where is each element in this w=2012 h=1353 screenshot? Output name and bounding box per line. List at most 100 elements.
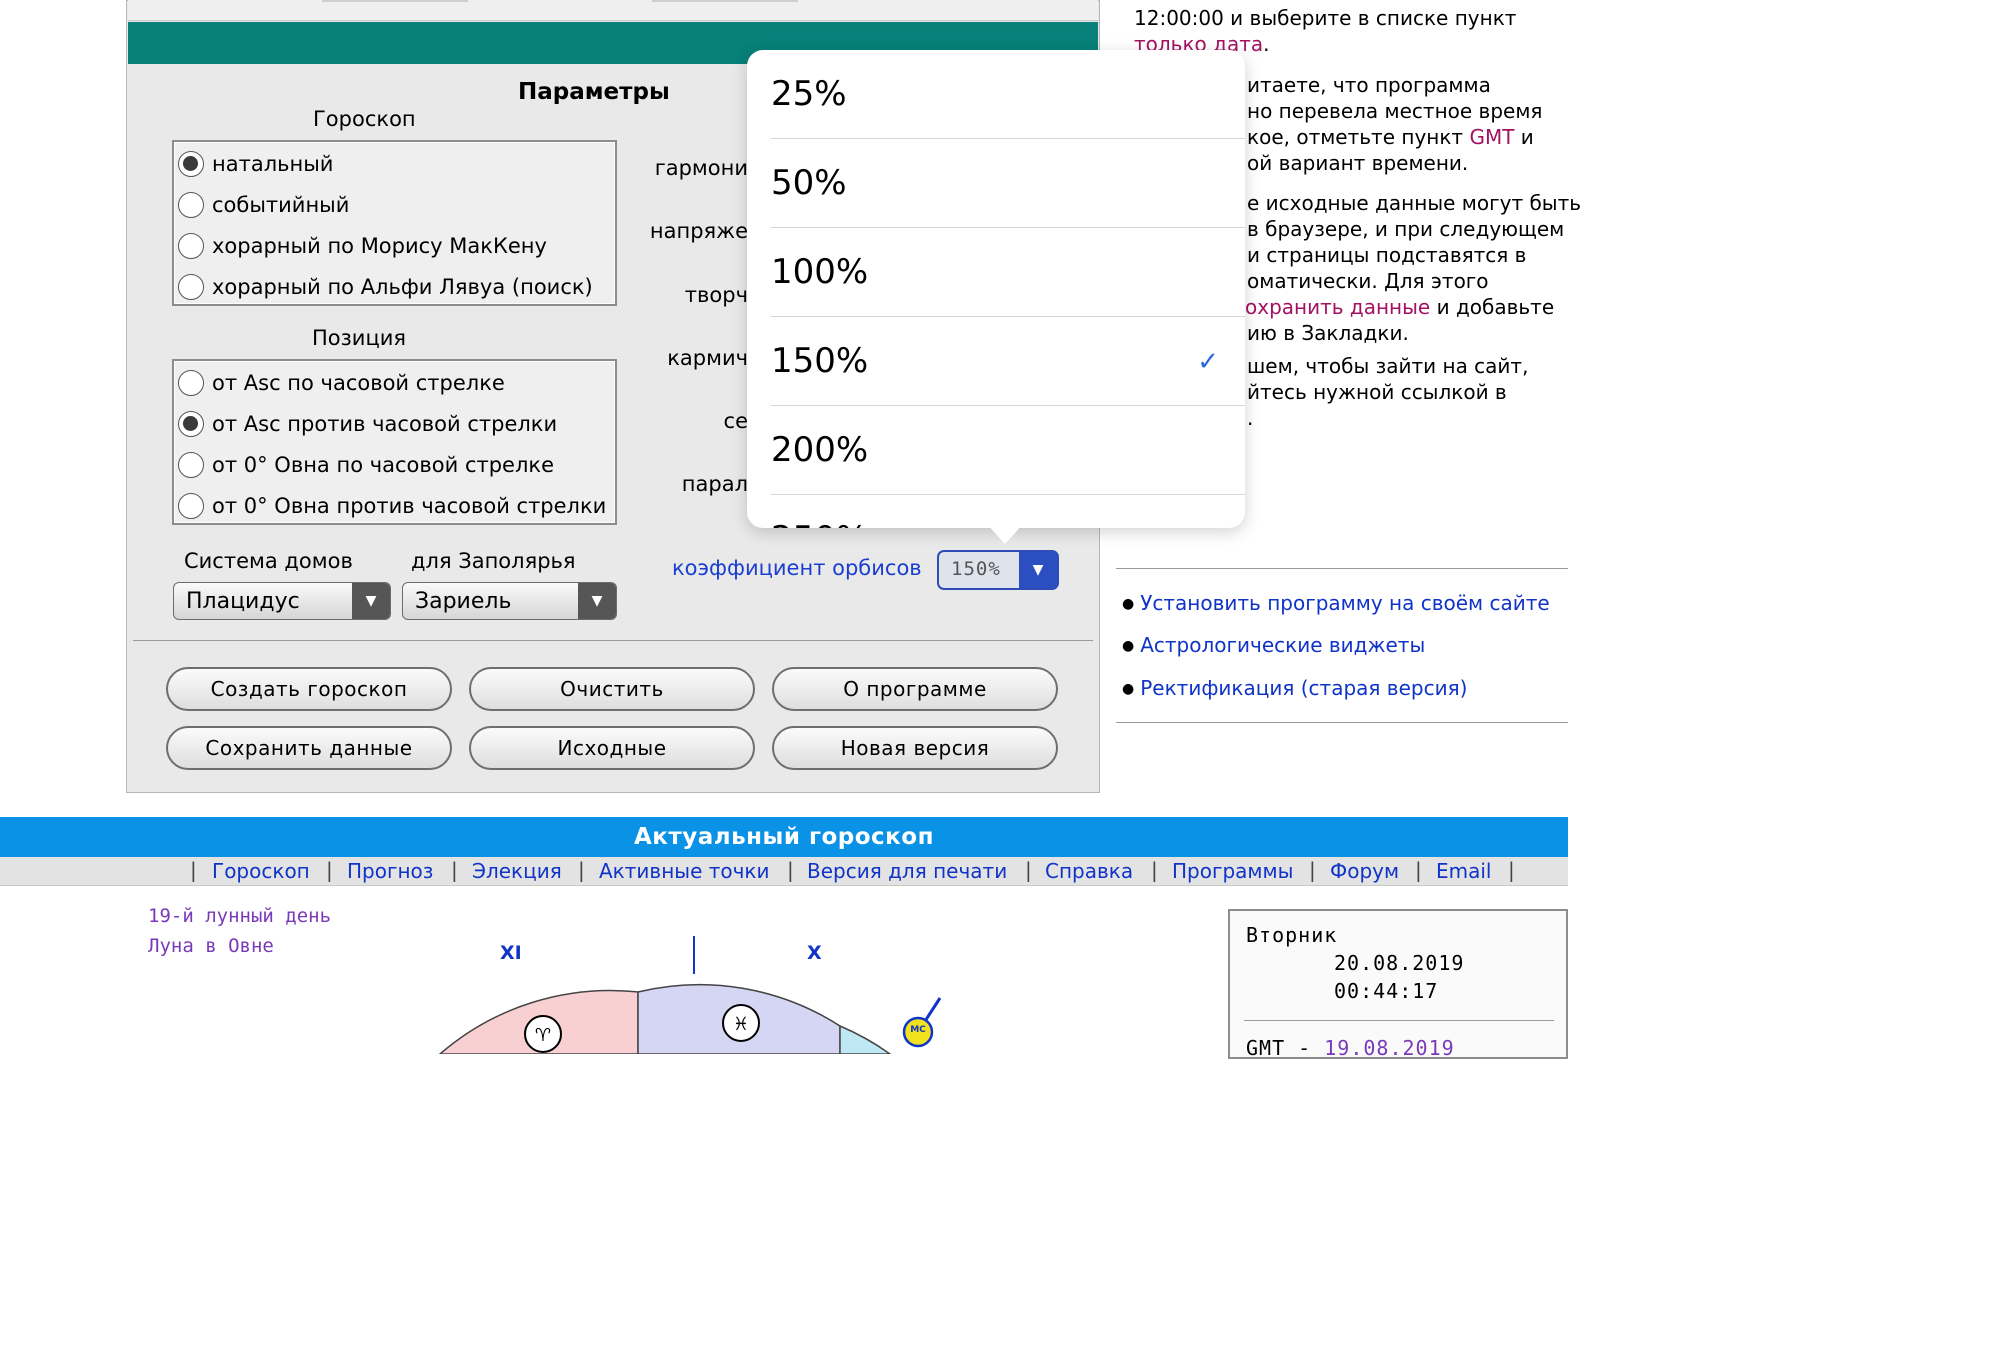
polar-select[interactable]: Зариель ▼ (402, 582, 617, 620)
bullet: ● (1122, 681, 1135, 697)
save-data-link[interactable]: охранить данные (1245, 295, 1430, 319)
aspect-label: напряже (649, 219, 748, 243)
panel-top-strip (128, 0, 1098, 21)
bullet: ● (1122, 638, 1135, 654)
radio-label: от 0° Овна против часовой стрелки (212, 494, 607, 518)
nav-forecast[interactable]: Прогноз (347, 859, 433, 883)
house-system-select[interactable]: Плацидус ▼ (173, 582, 391, 620)
radio-button[interactable] (178, 370, 204, 396)
nav-programs[interactable]: Программы (1172, 859, 1293, 883)
about-button[interactable]: О программе (772, 667, 1058, 711)
text-fragment: кое, отметьте пункт (1247, 125, 1470, 149)
rectification-link[interactable]: Ректификация (старая версия) (1140, 676, 1467, 700)
dropdown-option-selected[interactable]: 150% ✓ (771, 317, 1245, 406)
dropdown-option[interactable]: 100% (771, 228, 1245, 317)
nav-email[interactable]: Email (1436, 859, 1492, 883)
gmt-line: GMT - 19.08.2019 (1246, 1036, 1455, 1060)
pisces-glyph: ♓ (733, 1014, 749, 1035)
nav-separator: | (1508, 858, 1515, 882)
clear-button[interactable]: Очистить (469, 667, 755, 711)
radio-button[interactable] (178, 493, 204, 519)
dropdown-option[interactable]: 25% (771, 50, 1245, 139)
nav-election[interactable]: Элекция (472, 859, 562, 883)
position-fieldset: от Asc по часовой стрелке от Asc против … (172, 359, 617, 525)
gmt-date: 19.08.2019 (1324, 1036, 1455, 1060)
help-text-line: ой вариант времени. (1247, 151, 1469, 175)
clipped-text-line (1133, 0, 1568, 1)
dropdown-option[interactable]: 200% (771, 406, 1245, 495)
help-text-line: итаете, что программа (1247, 73, 1491, 97)
option-label: 50% (771, 163, 847, 203)
radio-horary-lavoie[interactable]: хорарный по Альфи Лявуа (поиск) (178, 268, 593, 306)
widgets-link[interactable]: Астрологические виджеты (1140, 633, 1425, 657)
create-horoscope-button[interactable]: Создать гороскоп (166, 667, 452, 711)
help-text-line: 12:00:00 и выберите в списке пункт (1134, 6, 1517, 30)
text-fragment: . (1263, 32, 1270, 56)
position-group-label: Позиция (312, 326, 407, 350)
install-program-link[interactable]: Установить программу на своём сайте (1140, 591, 1549, 615)
top-field-edge (322, 0, 468, 2)
list-item: ● Установить программу на своём сайте (1122, 591, 1550, 615)
help-text-line: и страницы подставятся в (1247, 243, 1527, 267)
house-xi-label: XI (500, 942, 522, 964)
radio-label: от Asc против часовой стрелки (212, 412, 558, 436)
divider (1244, 1020, 1554, 1021)
nav-separator: | (1151, 858, 1158, 882)
list-item: ● Астрологические виджеты (1122, 633, 1425, 657)
popup-arrow (985, 522, 1025, 544)
help-text-line: е исходные данные могут быть (1247, 191, 1582, 215)
natal-chart-wheel: ♈ ♓ (438, 936, 942, 1054)
chevron-down-icon: ▼ (1019, 552, 1057, 588)
source-data-button[interactable]: Исходные (469, 726, 755, 770)
divider (1116, 568, 1568, 569)
text-fragment: и добавьте (1430, 295, 1555, 319)
radio-button[interactable] (178, 233, 204, 259)
radio-label: от 0° Овна по часовой стрелке (212, 453, 554, 477)
nav-print-version[interactable]: Версия для печати (807, 859, 1007, 883)
radio-button[interactable] (178, 452, 204, 478)
help-text-line: в браузере, и при следующем (1247, 217, 1565, 241)
nav-separator: | (1025, 858, 1032, 882)
aries-glyph: ♈ (535, 1025, 551, 1046)
option-label: 250% (771, 519, 868, 528)
mc-marker-label: MC (910, 1025, 926, 1035)
nav-separator: | (190, 858, 197, 882)
radio-horary-mckenna[interactable]: хорарный по Морису МакКену (178, 227, 547, 265)
radio-aries-cw[interactable]: от 0° Овна по часовой стрелке (178, 446, 554, 484)
horoscope-fieldset: натальный событийный хорарный по Морису … (172, 140, 617, 306)
help-text-line: ию в Закладки. (1247, 321, 1409, 345)
radio-event[interactable]: событийный (178, 186, 349, 224)
new-version-button[interactable]: Новая версия (772, 726, 1058, 770)
nav-active-points[interactable]: Активные точки (599, 859, 770, 883)
radio-button[interactable] (178, 192, 204, 218)
chevron-down-icon: ▼ (578, 583, 616, 619)
radio-label: хорарный по Морису МакКену (212, 234, 547, 258)
radio-aries-ccw[interactable]: от 0° Овна против часовой стрелки (178, 487, 606, 525)
radio-asc-cw[interactable]: от Asc по часовой стрелке (178, 364, 505, 402)
save-data-button[interactable]: Сохранить данные (166, 726, 452, 770)
orb-coefficient-value: 150% (951, 558, 1001, 580)
gmt-link[interactable]: GMT (1469, 125, 1514, 149)
orb-coefficient-select[interactable]: 150% ▼ (937, 550, 1059, 590)
nav-horoscope[interactable]: Гороскоп (212, 859, 310, 883)
polar-label: для Заполярья (411, 549, 576, 573)
polar-value: Зариель (415, 588, 512, 614)
option-label: 150% (771, 341, 869, 381)
aspect-label: гармони (654, 156, 748, 180)
current-date: 20.08.2019 (1334, 951, 1465, 975)
checkmark-icon: ✓ (1197, 347, 1219, 377)
radio-button[interactable] (178, 274, 204, 300)
lunar-day: 19-й лунный день (148, 905, 332, 927)
nav-forum[interactable]: Форум (1330, 859, 1399, 883)
date-info-box: Вторник 20.08.2019 00:44:17 GMT - 19.08.… (1228, 909, 1568, 1060)
dropdown-option[interactable]: 50% (771, 139, 1245, 228)
nav-help[interactable]: Справка (1045, 859, 1133, 883)
radio-asc-ccw[interactable]: от Asc против часовой стрелки (178, 405, 557, 443)
aspect-label: творч (684, 283, 748, 307)
radio-natal[interactable]: натальный (178, 145, 333, 183)
option-label: 25% (771, 74, 847, 114)
radio-button[interactable] (178, 411, 204, 437)
radio-label: натальный (212, 152, 334, 176)
radio-button[interactable] (178, 151, 204, 177)
radio-label: хорарный по Альфи Лявуа (поиск) (212, 275, 593, 299)
